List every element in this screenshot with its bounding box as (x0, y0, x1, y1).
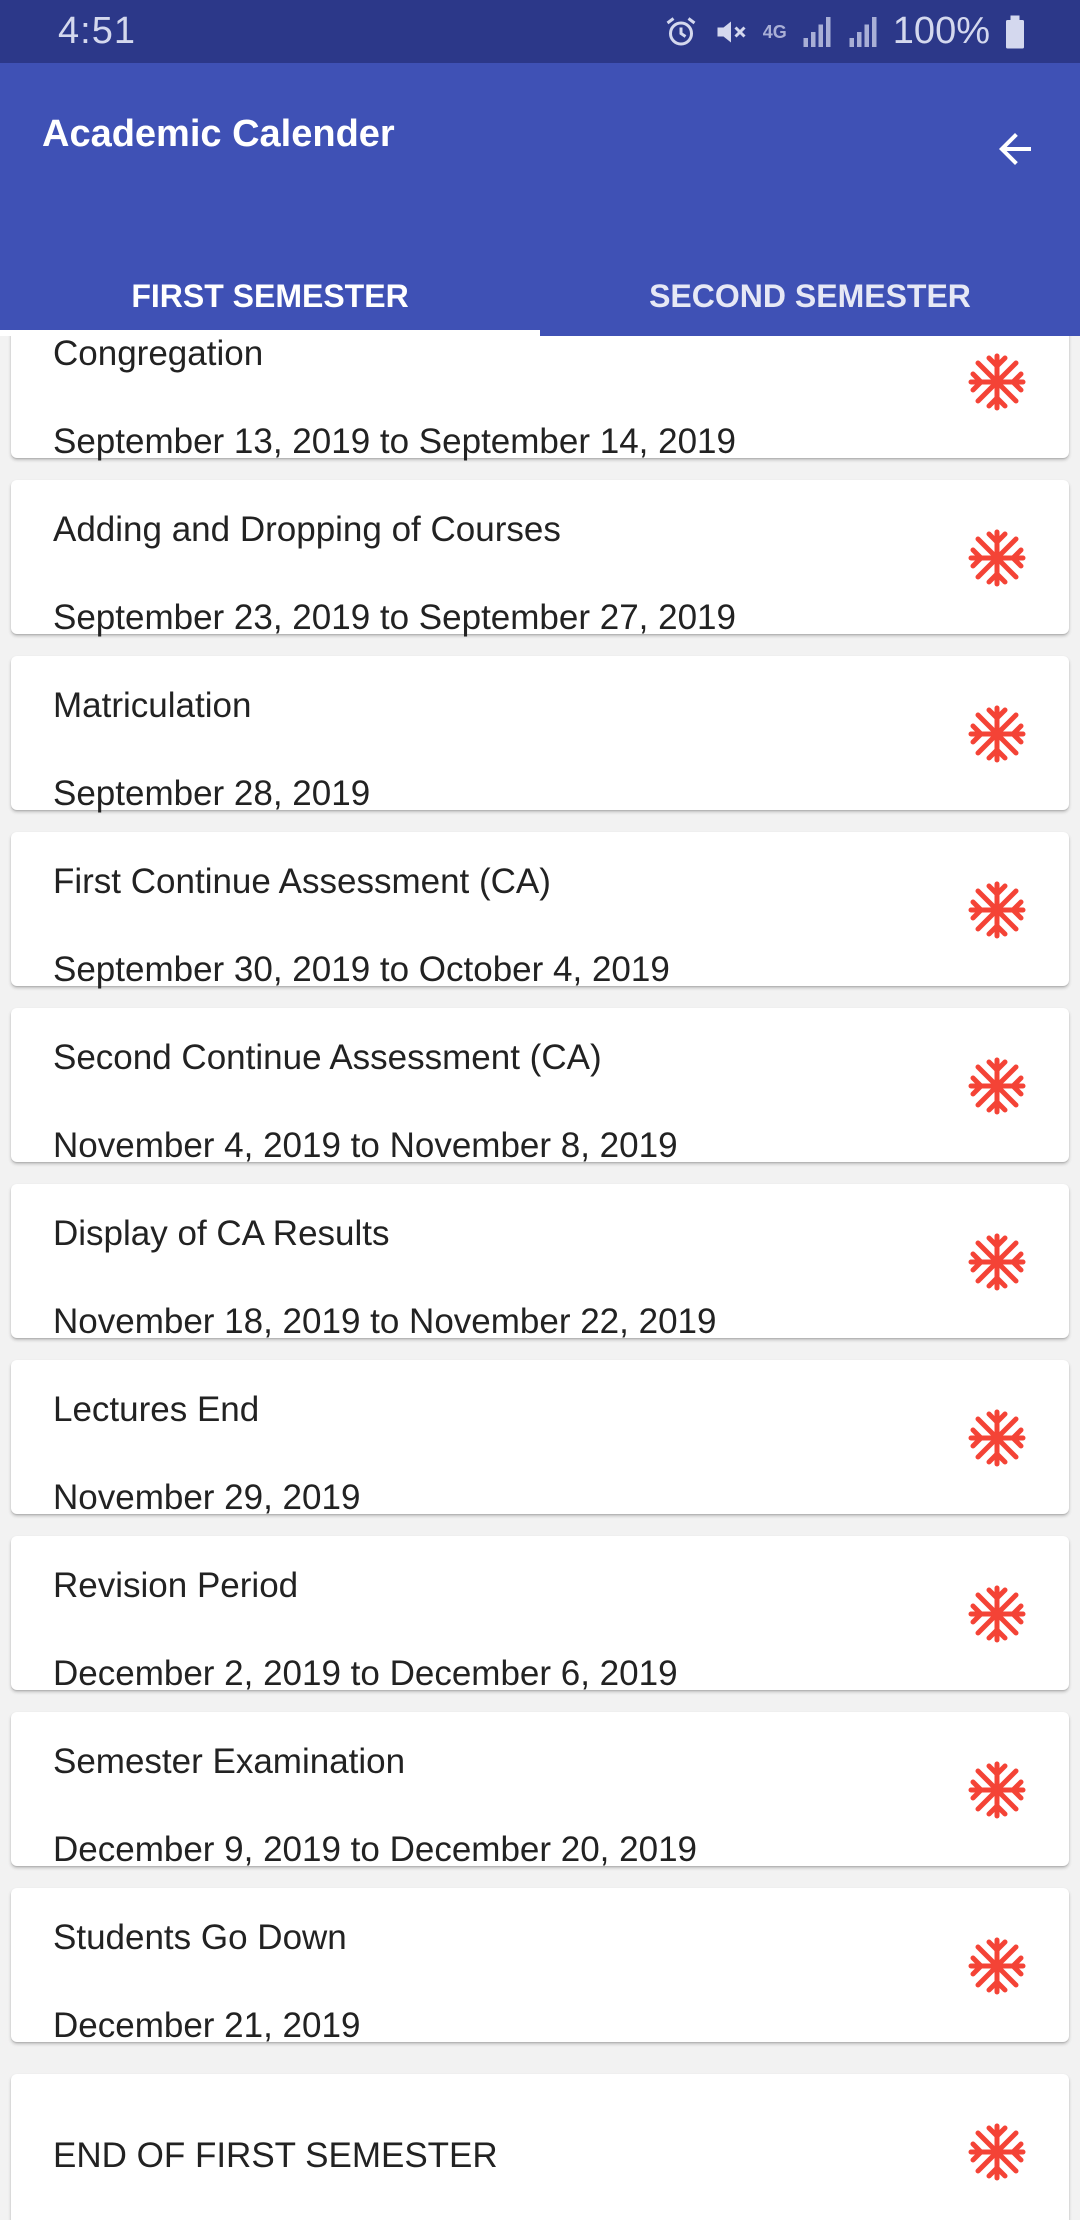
event-date: September 28, 2019 (53, 774, 371, 813)
semester-tabs: FIRST SEMESTER SECOND SEMESTER (0, 256, 1080, 336)
back-button[interactable] (975, 109, 1055, 189)
event-title: Matriculation (53, 686, 252, 725)
list-item[interactable]: Revision Period December 2, 2019 to Decem… (11, 1536, 1069, 1693)
list-item[interactable]: Congregation September 13, 2019 to Septem… (11, 336, 1069, 461)
snowflake-icon (967, 1760, 1027, 1820)
event-date: December 9, 2019 to December 20, 2019 (53, 1830, 697, 1869)
alarm-icon (663, 14, 699, 50)
event-title: Adding and Dropping of Courses (53, 510, 561, 549)
list-item[interactable]: First Continue Assessment (CA) September … (11, 832, 1069, 989)
event-title: Congregation (53, 336, 264, 373)
event-title: Revision Period (53, 1566, 299, 1605)
mute-icon (713, 14, 749, 50)
snowflake-icon (967, 880, 1027, 940)
list-item[interactable]: END OF FIRST SEMESTER (11, 2074, 1069, 2220)
snowflake-icon (967, 352, 1027, 412)
page-title: Academic Calender (42, 113, 395, 155)
event-date: September 30, 2019 to October 4, 2019 (53, 950, 670, 989)
event-list[interactable]: Congregation September 13, 2019 to Septem… (0, 336, 1080, 2220)
battery-icon (1004, 14, 1026, 50)
signal-icon (801, 14, 833, 50)
event-title: First Continue Assessment (CA) (53, 862, 551, 901)
snowflake-icon (967, 1056, 1027, 1116)
snowflake-icon (967, 2122, 1027, 2182)
snowflake-icon (967, 1408, 1027, 1468)
tab-first-semester[interactable]: FIRST SEMESTER (0, 256, 540, 336)
list-item[interactable]: Lectures End November 29, 2019 (11, 1360, 1069, 1517)
event-title: Second Continue Assessment (CA) (53, 1038, 602, 1077)
event-title: Semester Examination (53, 1742, 406, 1781)
snowflake-icon (967, 1232, 1027, 1292)
snowflake-icon (967, 704, 1027, 764)
event-date: December 2, 2019 to December 6, 2019 (53, 1654, 678, 1693)
list-item[interactable]: Second Continue Assessment (CA) November … (11, 1008, 1069, 1165)
snowflake-icon (967, 1584, 1027, 1644)
battery-percentage: 100% (892, 10, 990, 52)
app-bar: Academic Calender FIRST SEMESTER SECOND … (0, 63, 1080, 336)
list-item[interactable]: Students Go Down December 21, 2019 (11, 1888, 1069, 2045)
snowflake-icon (967, 528, 1027, 588)
event-date: September 13, 2019 to September 14, 2019 (53, 422, 736, 461)
status-bar: 4:51 4G 100% (0, 0, 1080, 63)
event-title: Display of CA Results (53, 1214, 390, 1253)
snowflake-icon (967, 1936, 1027, 1996)
event-title: Lectures End (53, 1390, 260, 1429)
list-item[interactable]: Matriculation September 28, 2019 (11, 656, 1069, 813)
tab-second-semester[interactable]: SECOND SEMESTER (540, 256, 1080, 336)
status-time: 4:51 (58, 10, 136, 52)
list-item[interactable]: Adding and Dropping of Courses September … (11, 480, 1069, 637)
list-item[interactable]: Display of CA Results November 18, 2019 t… (11, 1184, 1069, 1341)
status-icons: 4G 100% (663, 10, 1026, 53)
list-item[interactable]: Semester Examination December 9, 2019 to … (11, 1712, 1069, 1869)
event-date: November 4, 2019 to November 8, 2019 (53, 1126, 678, 1165)
event-date: November 29, 2019 (53, 1478, 361, 1517)
event-title: END OF FIRST SEMESTER (53, 2136, 498, 2175)
tab-label: SECOND SEMESTER (649, 277, 971, 314)
event-date: December 21, 2019 (53, 2006, 361, 2045)
event-date: November 18, 2019 to November 22, 2019 (53, 1302, 717, 1341)
network-4g-icon: 4G (762, 21, 787, 42)
event-title: Students Go Down (53, 1918, 347, 1957)
arrow-left-icon (999, 133, 1031, 165)
tab-label: FIRST SEMESTER (131, 277, 409, 314)
signal-icon (847, 14, 879, 50)
event-date: September 23, 2019 to September 27, 2019 (53, 598, 736, 637)
